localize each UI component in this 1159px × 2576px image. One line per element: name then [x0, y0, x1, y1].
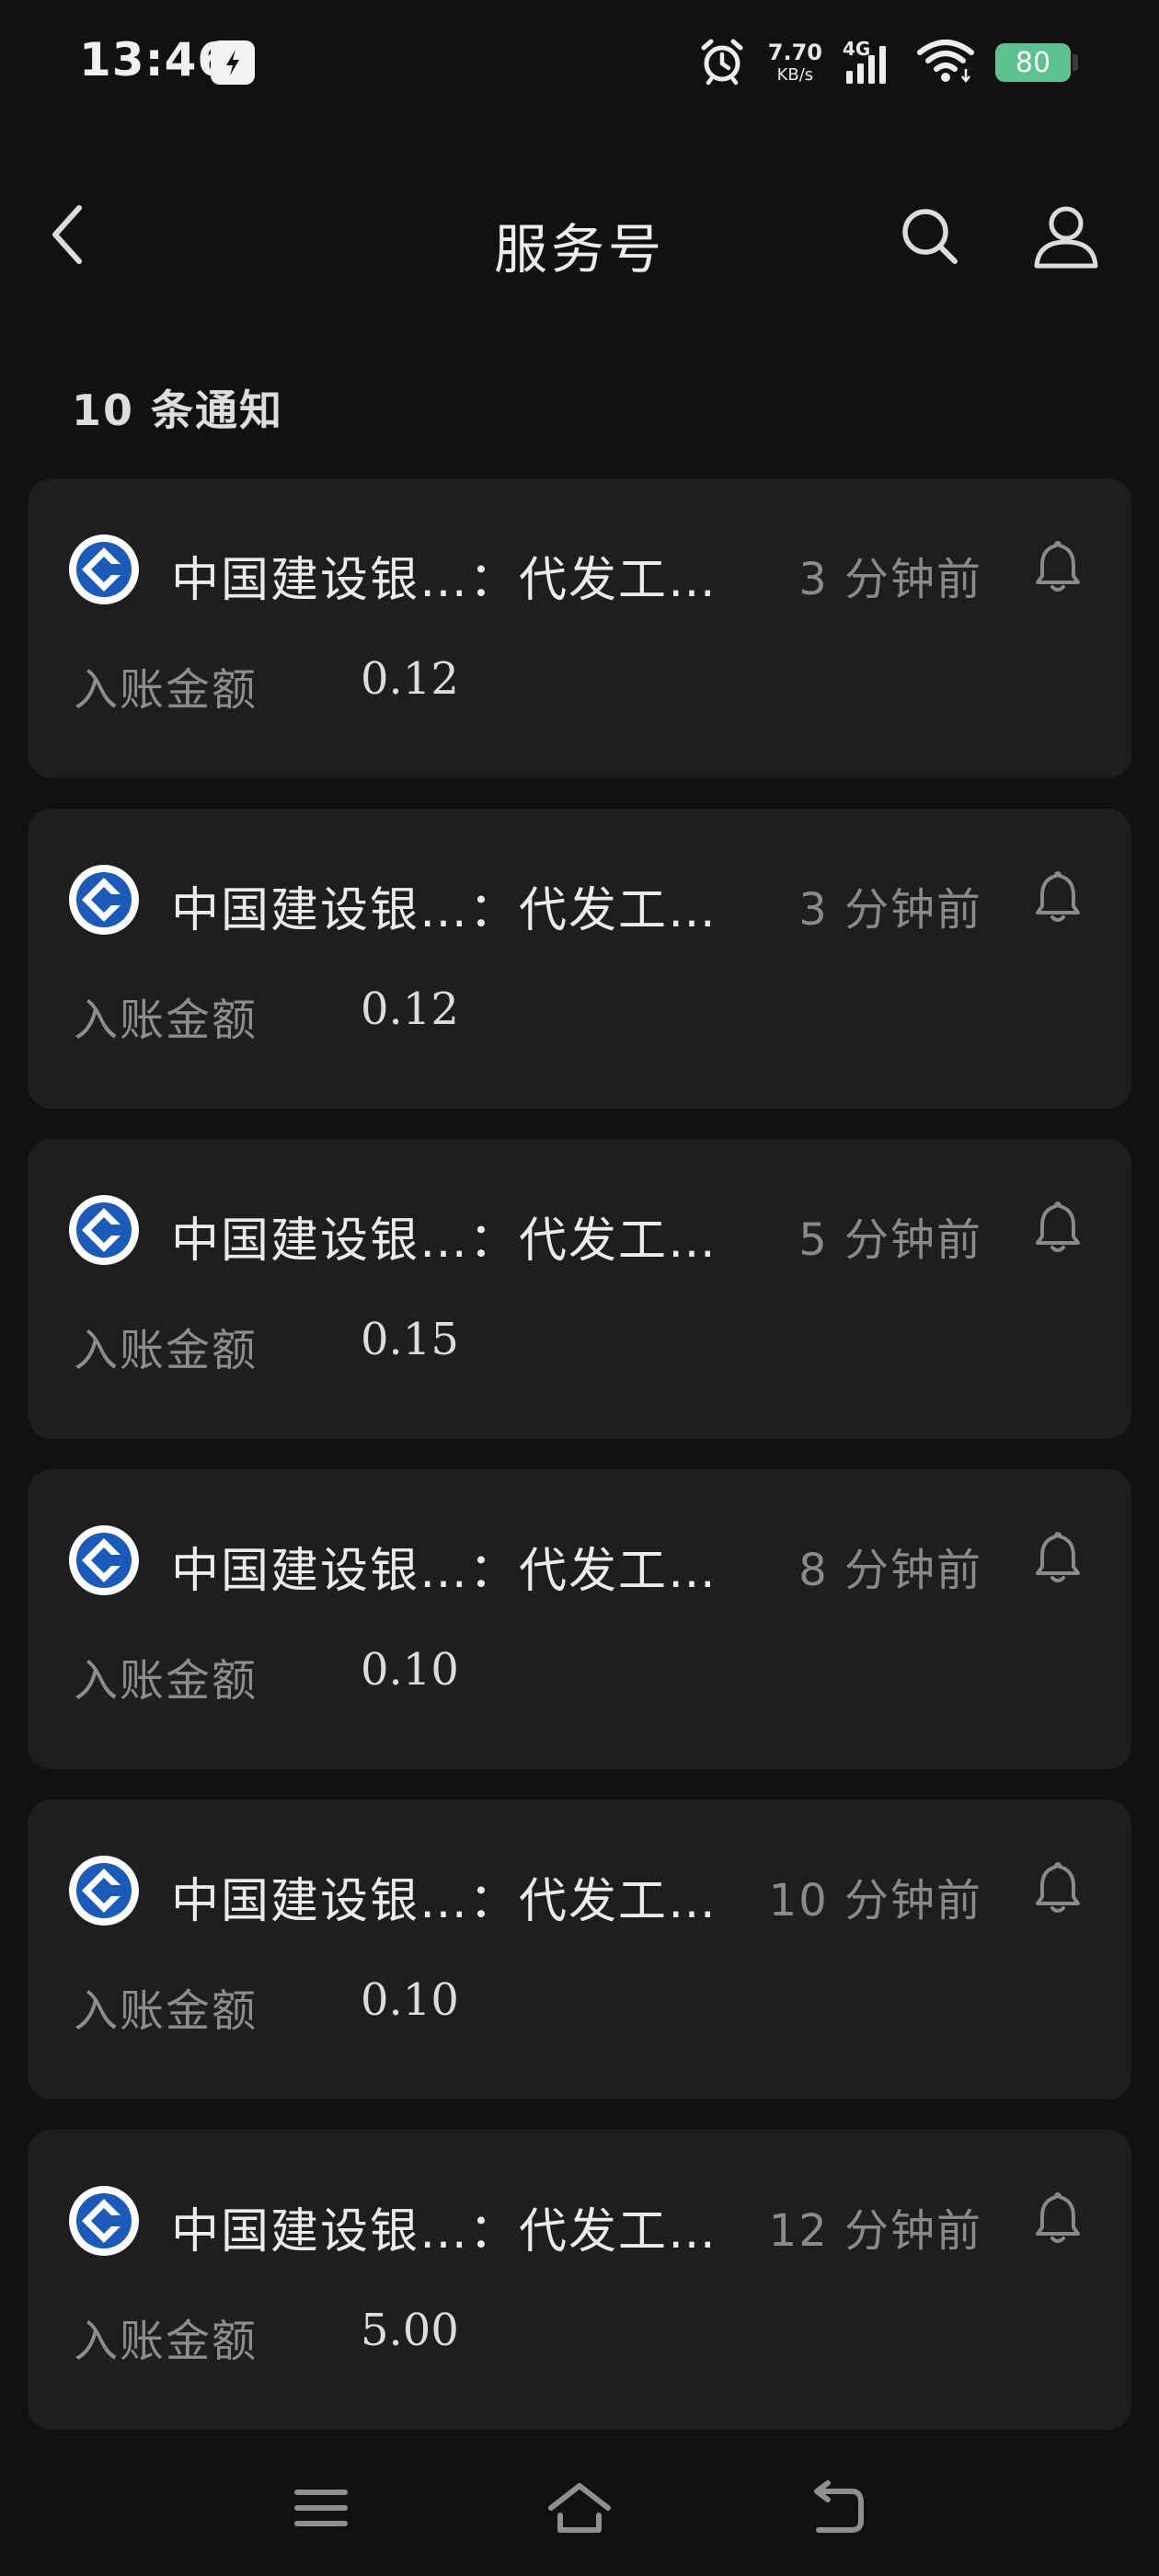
notification-list: 中国建设银…：代发工… 3 分钟前 入账金额 0.12 中国建设银…：代发工… [28, 478, 1131, 2460]
system-back-button[interactable] [800, 2473, 874, 2547]
notification-card[interactable]: 中国建设银…：代发工… 10 分钟前 入账金额 0.10 [28, 1800, 1131, 2099]
user-icon [1031, 201, 1101, 275]
alarm-icon [696, 35, 748, 90]
notification-title: 中国建设银…：代发工… [171, 883, 718, 938]
notification-title: 中国建设银…：代发工… [171, 553, 718, 608]
notification-title: 中国建设银…：代发工… [171, 1213, 718, 1269]
bell-button[interactable] [1028, 539, 1087, 598]
nav-header: 服务号 [0, 184, 1159, 294]
cellular-signal-icon: 4G [843, 38, 896, 87]
notification-time: 3 分钟前 [798, 554, 982, 605]
notification-title: 中国建设银…：代发工… [171, 1874, 718, 1929]
notification-time: 3 分钟前 [798, 884, 982, 936]
bell-icon [1035, 1860, 1081, 1919]
notification-time: 5 分钟前 [798, 1214, 982, 1266]
status-indicators: 7.70 KB/s 4G 80 [696, 33, 1078, 92]
bell-button[interactable] [1028, 1860, 1087, 1919]
amount-value: 5.00 [361, 2305, 459, 2356]
network-speed-unit: KB/s [776, 65, 814, 85]
ccb-logo-icon [68, 1194, 140, 1266]
notification-card[interactable]: 中国建设银…：代发工… 3 分钟前 入账金额 0.12 [28, 478, 1131, 778]
notification-time: 10 分钟前 [768, 1875, 982, 1926]
wifi-icon [916, 36, 975, 89]
notice-count: 10 条通知 [72, 385, 284, 435]
bell-icon [1035, 2191, 1081, 2249]
notification-app-icon [211, 40, 255, 85]
status-bar: 13:46 7.70 KB/s 4G 80 [0, 0, 1159, 129]
menu-icon [293, 2485, 349, 2535]
battery-indicator: 80 [995, 43, 1078, 82]
amount-label: 入账金额 [74, 1325, 258, 1376]
home-button[interactable] [543, 2473, 616, 2547]
bell-button[interactable] [1028, 1200, 1087, 1259]
bell-button[interactable] [1028, 2191, 1087, 2249]
amount-label: 入账金额 [74, 995, 258, 1046]
back-arrow-icon [808, 2480, 866, 2539]
amount-label: 入账金额 [74, 2316, 258, 2367]
home-icon [547, 2480, 612, 2539]
bell-icon [1035, 1530, 1081, 1589]
notification-title: 中国建设银…：代发工… [171, 1544, 718, 1599]
bell-button[interactable] [1028, 869, 1087, 928]
bell-icon [1035, 539, 1081, 598]
bell-button[interactable] [1028, 1530, 1087, 1589]
profile-button[interactable] [1030, 202, 1102, 274]
ccb-logo-icon [68, 534, 140, 605]
amount-label: 入账金额 [74, 1655, 258, 1707]
search-button[interactable] [894, 202, 966, 274]
page-title: 服务号 [493, 218, 665, 281]
ccb-logo-icon [68, 1855, 140, 1926]
amount-value: 0.12 [361, 653, 459, 705]
ccb-logo-icon [68, 1524, 140, 1596]
amount-value: 0.15 [361, 1314, 459, 1365]
ccb-logo-icon [68, 2185, 140, 2257]
bell-icon [1035, 869, 1081, 928]
amount-label: 入账金额 [74, 1985, 258, 2037]
notification-card[interactable]: 中国建设银…：代发工… 12 分钟前 入账金额 5.00 [28, 2130, 1131, 2430]
amount-value: 0.10 [361, 1644, 459, 1696]
search-icon [898, 204, 962, 272]
amount-value: 0.10 [361, 1974, 459, 2026]
amount-label: 入账金额 [74, 664, 258, 716]
notification-card[interactable]: 中国建设银…：代发工… 8 分钟前 入账金额 0.10 [28, 1469, 1131, 1769]
amount-value: 0.12 [361, 983, 459, 1035]
notification-card[interactable]: 中国建设银…：代发工… 5 分钟前 入账金额 0.15 [28, 1139, 1131, 1439]
recent-apps-button[interactable] [284, 2473, 358, 2547]
bell-icon [1035, 1200, 1081, 1259]
network-speed: 7.70 KB/s [768, 41, 822, 84]
notification-time: 8 分钟前 [798, 1545, 982, 1596]
notification-time: 12 分钟前 [768, 2205, 982, 2257]
system-nav-bar [0, 2466, 1159, 2548]
ccb-logo-icon [68, 864, 140, 936]
network-speed-value: 7.70 [767, 40, 822, 65]
status-time: 13:46 [79, 33, 231, 86]
notification-title: 中国建设银…：代发工… [171, 2204, 718, 2260]
notification-card[interactable]: 中国建设银…：代发工… 3 分钟前 入账金额 0.12 [28, 809, 1131, 1109]
